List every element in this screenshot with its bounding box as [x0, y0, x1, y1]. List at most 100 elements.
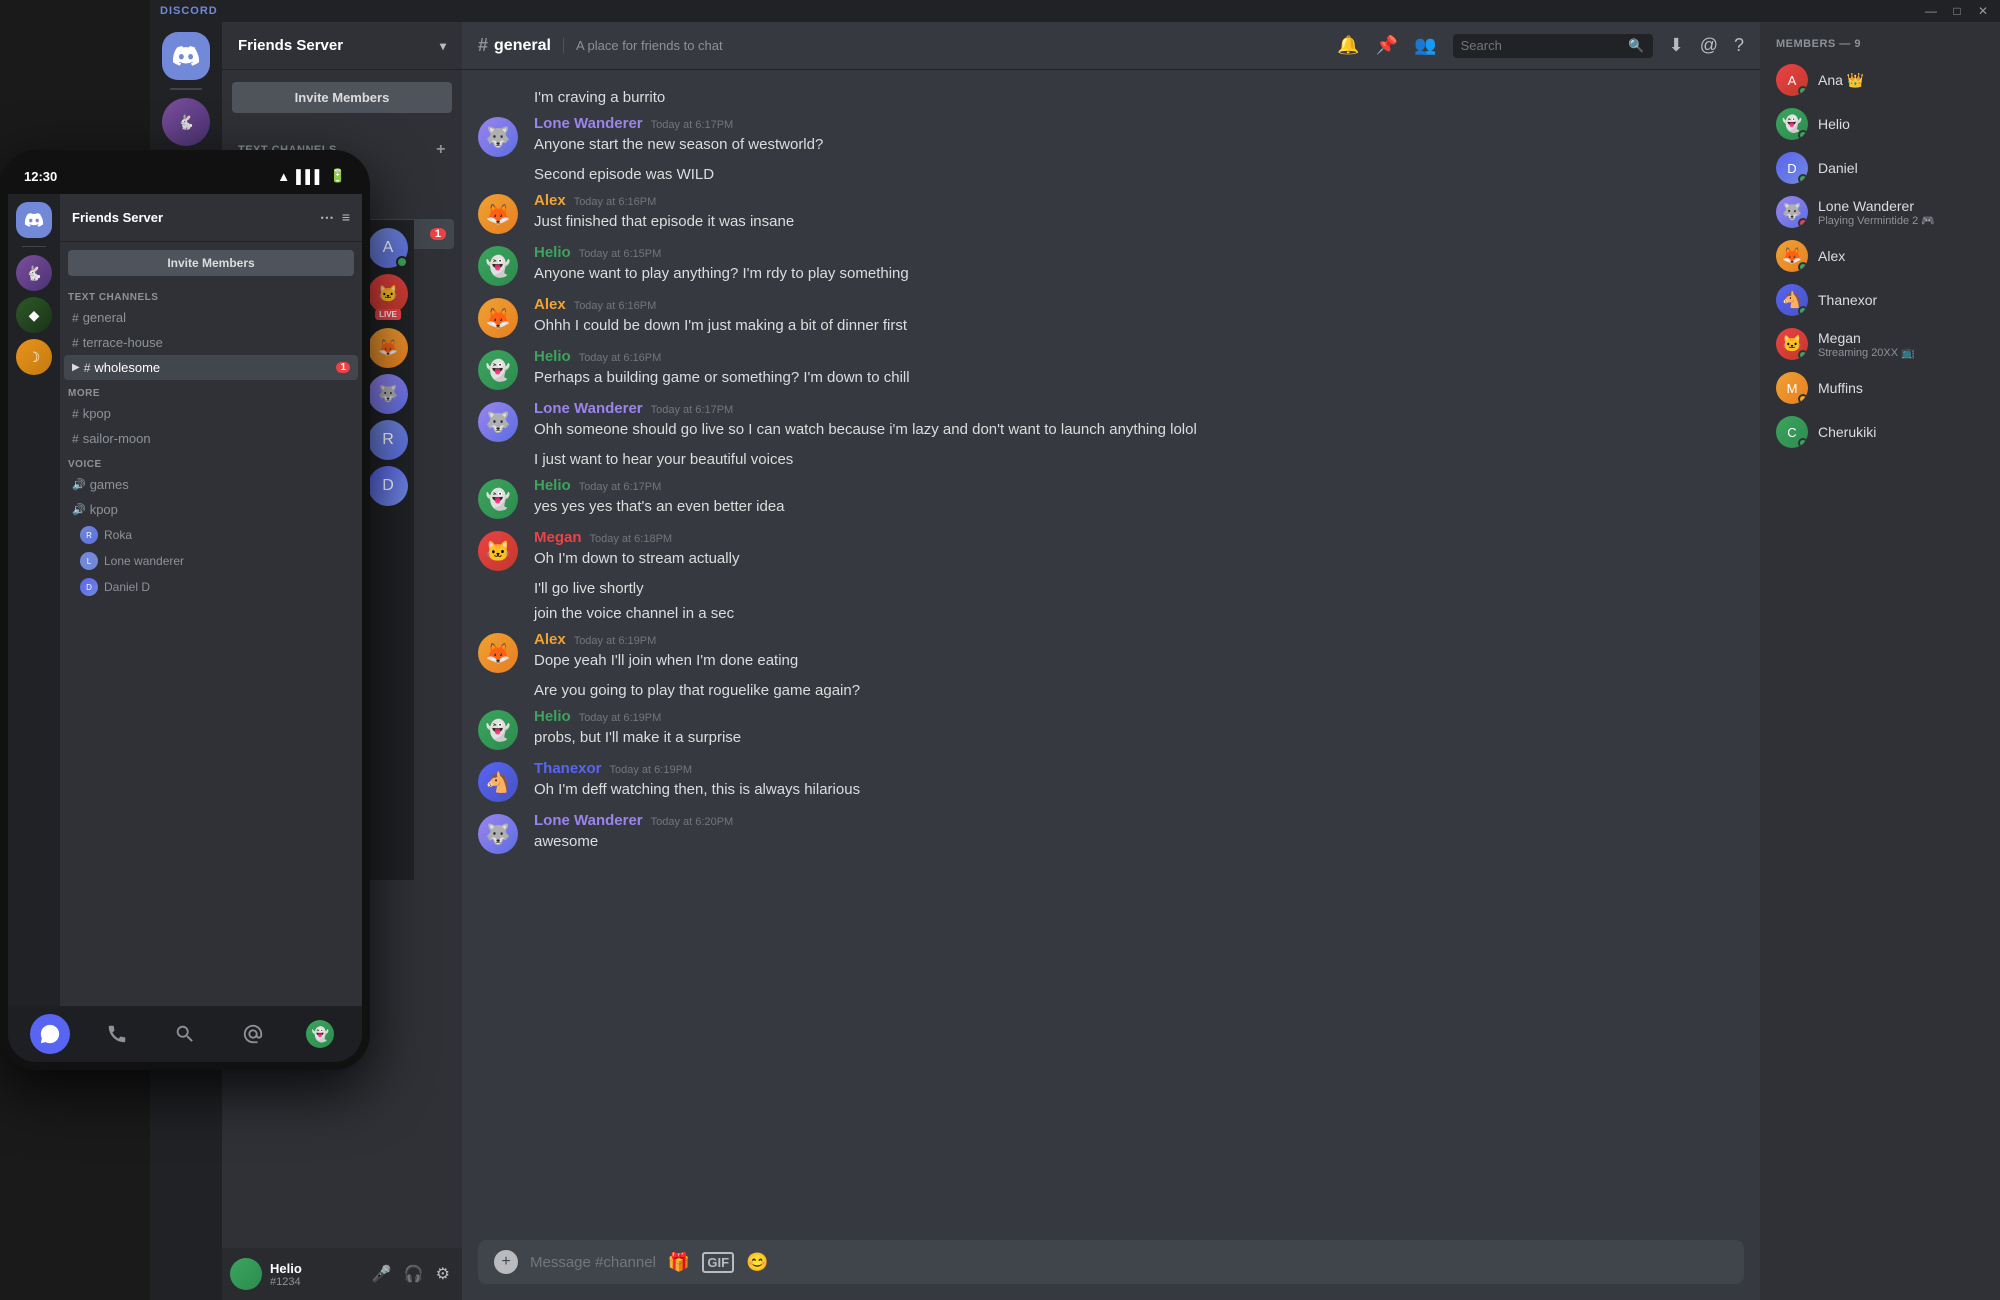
member-info: Cherukiki [1818, 424, 1876, 440]
strip-avatar-1[interactable]: A [368, 228, 408, 268]
server-header-controls: ▾ [440, 39, 446, 53]
strip-avatar-live[interactable]: 🐱 [368, 274, 408, 314]
member-item-thanexor[interactable]: 🐴 Thanexor [1768, 278, 1992, 322]
voice-user-avatar: R [80, 526, 98, 544]
phone-voice-user-daniel[interactable]: D Daniel D [60, 574, 362, 600]
status-indicator [1798, 438, 1808, 448]
home-server-icon[interactable] [162, 32, 210, 80]
invite-members-button[interactable]: Invite Members [232, 82, 452, 113]
add-channel-icon[interactable]: + [436, 141, 446, 159]
search-box[interactable]: Search 🔍 [1453, 34, 1653, 58]
member-name: Cherukiki [1818, 424, 1876, 440]
phone-voice-label: VOICE [60, 451, 362, 472]
phone-voice-kpop[interactable]: 🔊 kpop [64, 497, 358, 522]
member-item-helio[interactable]: 👻 Helio [1768, 102, 1992, 146]
message-header: Lone Wanderer Today at 6:20PM [534, 812, 1744, 829]
member-item-lone-wanderer[interactable]: 🐺 Lone Wanderer Playing Vermintide 2 🎮 [1768, 190, 1992, 234]
gift-icon[interactable]: 🎁 [668, 1252, 690, 1273]
headphone-icon[interactable]: 🎧 [400, 1260, 428, 1288]
phone-nav-mention[interactable] [233, 1014, 273, 1054]
pin-icon[interactable]: 📌 [1376, 35, 1398, 56]
mobile-phone: 12:30 ▲ ▌▌▌ 🔋 🐇 ◆ ☽ Friends Server [0, 150, 370, 1070]
phone-channel-general[interactable]: # general [64, 305, 358, 330]
server-dropdown-icon[interactable]: ▾ [440, 39, 446, 53]
member-avatar: 👻 [1776, 108, 1808, 140]
avatar: 🐺 [478, 814, 518, 854]
hash-icon: # [72, 432, 79, 446]
member-item-daniel[interactable]: D Daniel [1768, 146, 1992, 190]
emoji-icon[interactable]: 😊 [746, 1252, 768, 1273]
bell-icon[interactable]: 🔔 [1337, 35, 1359, 56]
status-dot [396, 256, 408, 268]
gif-icon[interactable]: GIF [702, 1252, 734, 1273]
strip-avatar-2[interactable]: 🦊 [368, 328, 408, 368]
phone-menu-icon[interactable]: ≡ [342, 209, 350, 226]
message-text: I'm craving a burrito [534, 87, 665, 108]
message-group-megan: 🐱 Megan Today at 6:18PM Oh I'm down to s… [478, 525, 1744, 575]
timestamp: Today at 6:19PM [574, 635, 657, 647]
message-continued: join the voice channel in a sec [478, 602, 1744, 625]
phone-server-icon-3[interactable]: ☽ [16, 339, 52, 375]
member-item-alex[interactable]: 🦊 Alex [1768, 234, 1992, 278]
message-text: Just finished that episode it was insane [534, 211, 1744, 232]
message-placeholder[interactable]: Message #channel [530, 1254, 656, 1271]
user-panel: Helio #1234 🎤 🎧 ⚙ [222, 1248, 462, 1300]
app-brand: DISCORD [160, 5, 218, 17]
phone-nav-search[interactable] [165, 1014, 205, 1054]
discord-app: DISCORD — □ ✕ 🐇 ◆ ☽ + [150, 0, 2000, 1300]
help-icon[interactable]: ? [1734, 35, 1744, 56]
message-header: Alex Today at 6:16PM [534, 296, 1744, 313]
phone-channel-terrace-house[interactable]: # terrace-house [64, 330, 358, 355]
phone-channel-wholesome[interactable]: ▶ # wholesome 1 [64, 355, 358, 380]
message-text: Anyone want to play anything? I'm rdy to… [534, 263, 1744, 284]
timestamp: Today at 6:19PM [579, 712, 662, 724]
message-header: Megan Today at 6:18PM [534, 529, 1744, 546]
inbox-icon[interactable]: @ [1700, 35, 1718, 56]
member-item-cherukiki[interactable]: C Cherukiki [1768, 410, 1992, 454]
message-content: Megan Today at 6:18PM Oh I'm down to str… [534, 529, 1744, 571]
phone-voice-user-lone[interactable]: L Lone wanderer [60, 548, 362, 574]
voice-user-name: Daniel D [104, 580, 150, 594]
phone-home-icon[interactable] [16, 202, 52, 238]
member-item-muffins[interactable]: M Muffins [1768, 366, 1992, 410]
message-text: Perhaps a building game or something? I'… [534, 367, 1744, 388]
message-header: Helio Today at 6:19PM [534, 708, 1744, 725]
server-icon-1[interactable]: 🐇 [162, 98, 210, 146]
settings-icon[interactable]: ⚙ [432, 1260, 454, 1288]
phone-server-icon-1[interactable]: 🐇 [16, 255, 52, 291]
phone-nav-profile[interactable]: 👻 [300, 1014, 340, 1054]
message-group-helio-2: 👻 Helio Today at 6:16PM Perhaps a buildi… [478, 344, 1744, 394]
server-name-header[interactable]: Friends Server ▾ [222, 22, 462, 70]
phone-nav-chat[interactable] [30, 1014, 70, 1054]
strip-avatar-4[interactable]: R [368, 420, 408, 460]
server-divider [170, 88, 202, 90]
member-item-megan[interactable]: 🐱 Megan Streaming 20XX 📺 [1768, 322, 1992, 366]
attach-file-button[interactable]: + [494, 1250, 518, 1274]
phone-invite-button[interactable]: Invite Members [68, 250, 354, 276]
message-text: probs, but I'll make it a surprise [534, 727, 1744, 748]
author-name: Helio [534, 708, 571, 725]
mic-icon[interactable]: 🎤 [368, 1260, 396, 1288]
strip-avatar-3[interactable]: 🐺 [368, 374, 408, 414]
member-info: Daniel [1818, 160, 1858, 176]
phone-voice-games[interactable]: 🔊 games [64, 472, 358, 497]
phone-server-icon-2[interactable]: ◆ [16, 297, 52, 333]
message-header: Thanexor Today at 6:19PM [534, 760, 1744, 777]
message-text: Ohhh I could be down I'm just making a b… [534, 315, 1744, 336]
live-badge: LIVE [375, 309, 401, 320]
maximize-button[interactable]: □ [1950, 4, 1964, 18]
minimize-button[interactable]: — [1924, 4, 1938, 18]
download-icon[interactable]: ⬇ [1669, 35, 1684, 56]
phone-channel-sailor-moon[interactable]: # sailor-moon [64, 426, 358, 451]
message-text: yes yes yes that's an even better idea [534, 496, 1744, 517]
member-item-ana[interactable]: A Ana 👑 [1768, 58, 1992, 102]
member-info: Ana 👑 [1818, 72, 1864, 89]
members-icon[interactable]: 👥 [1414, 35, 1436, 56]
phone-nav-calls[interactable] [97, 1014, 137, 1054]
phone-more-icon[interactable]: ⋯ [320, 209, 334, 226]
strip-avatar-5[interactable]: D [368, 466, 408, 506]
phone-channel-kpop[interactable]: # kpop [64, 401, 358, 426]
phone-voice-user-roka[interactable]: R Roka [60, 522, 362, 548]
message-header: Helio Today at 6:15PM [534, 244, 1744, 261]
close-button[interactable]: ✕ [1976, 4, 1990, 18]
